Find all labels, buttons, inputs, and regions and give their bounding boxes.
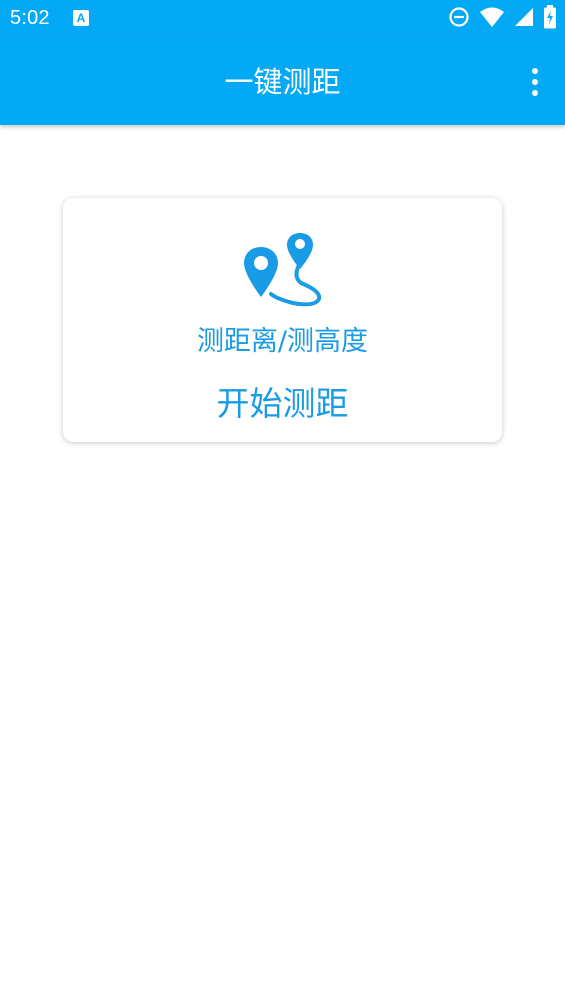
route-pins-icon <box>244 233 322 307</box>
more-vertical-icon-dot <box>532 79 538 85</box>
do-not-disturb-icon <box>448 6 470 32</box>
status-bar: 5:02 A <box>0 0 565 38</box>
cell-signal-icon <box>514 6 534 32</box>
page-title: 一键测距 <box>224 65 341 99</box>
card-subtitle: 测距离/测高度 <box>196 326 369 357</box>
text-notification-icon: A <box>73 10 89 26</box>
status-icons <box>448 5 557 33</box>
start-measure-button[interactable]: 开始测距 <box>63 383 502 425</box>
wifi-icon <box>479 6 505 32</box>
more-vertical-icon-dot <box>532 68 538 74</box>
measure-card[interactable]: 测距离/测高度 开始测距 <box>63 198 502 442</box>
battery-charging-icon <box>543 5 557 33</box>
status-time: 5:02 <box>10 7 50 29</box>
more-options-button[interactable] <box>523 64 547 100</box>
more-vertical-icon-dot <box>532 90 538 96</box>
app-bar: 一键测距 <box>0 38 565 125</box>
